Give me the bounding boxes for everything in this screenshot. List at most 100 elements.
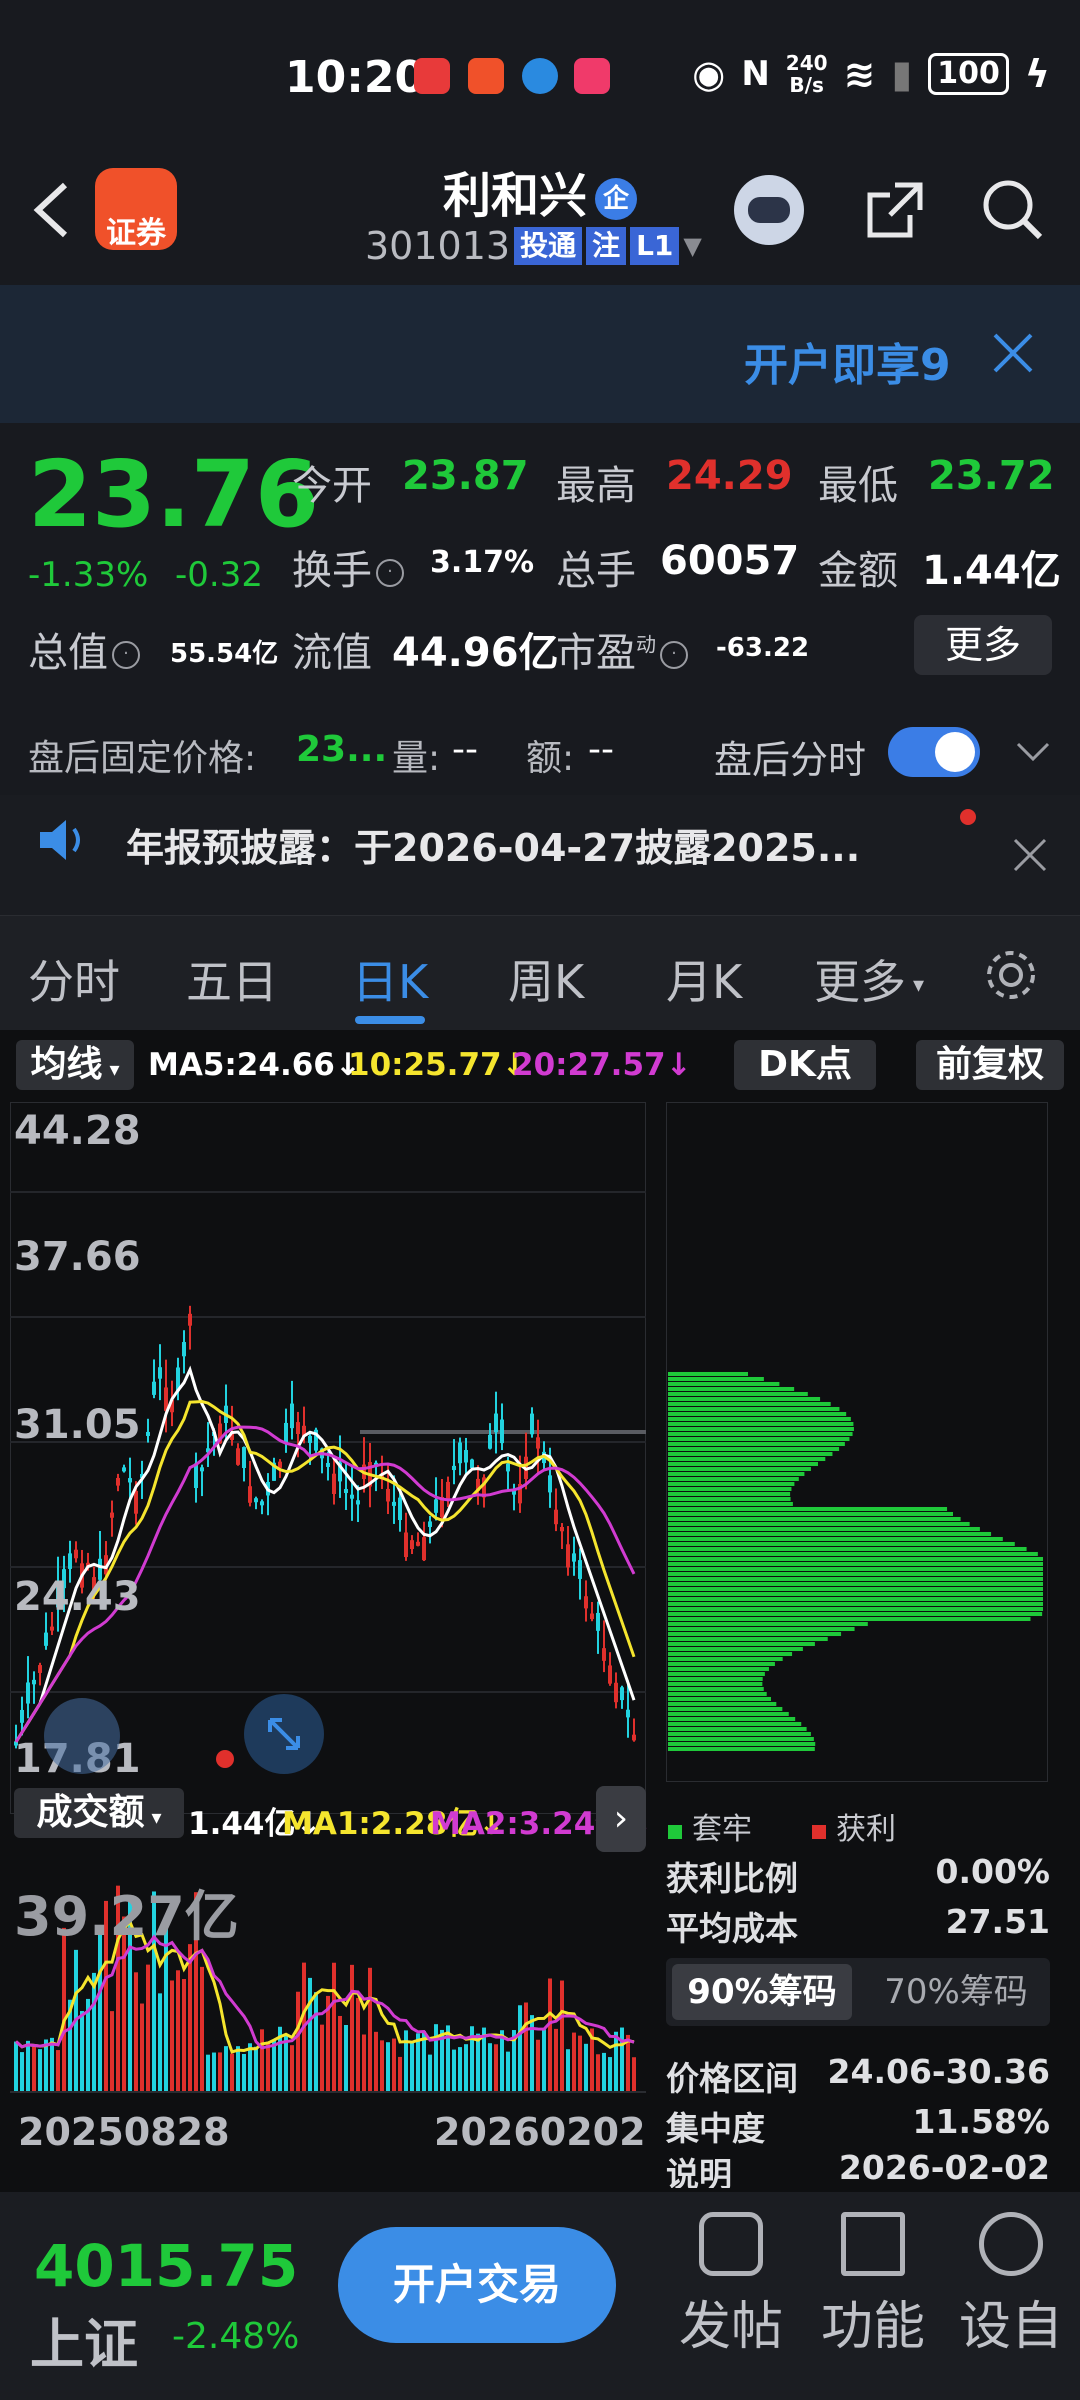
tab-five-day[interactable]: 五日 bbox=[186, 946, 278, 1012]
volume-bar bbox=[506, 2051, 510, 2092]
chevron-down-icon[interactable] bbox=[1015, 740, 1051, 764]
candle-body bbox=[416, 1541, 420, 1546]
chip-bar bbox=[668, 1597, 1043, 1601]
function-button[interactable]: 功能 bbox=[818, 2212, 928, 2359]
charging-icon: ϟ bbox=[1024, 52, 1050, 96]
chip-bar bbox=[668, 1522, 970, 1526]
info-icon[interactable]: · bbox=[112, 641, 140, 669]
chip-bar bbox=[668, 1642, 815, 1646]
chip-bar bbox=[668, 1577, 1043, 1581]
volume-bar bbox=[158, 1993, 162, 2092]
index-name[interactable]: 上证 bbox=[30, 2300, 138, 2379]
tab-chip-70[interactable]: 70%筹码 bbox=[866, 1964, 1046, 2020]
chip-bar bbox=[668, 1467, 811, 1471]
candle-body bbox=[122, 1467, 126, 1472]
chip-bar bbox=[668, 1382, 780, 1386]
chip-bar bbox=[668, 1517, 961, 1521]
volume-bar bbox=[98, 1926, 102, 2092]
after-fixed-value: 23... bbox=[296, 729, 388, 770]
chip-bar bbox=[668, 1387, 795, 1391]
chip-distribution-chart[interactable] bbox=[666, 1102, 1048, 1782]
after-chart-toggle[interactable] bbox=[888, 727, 980, 777]
chart-area: 均线 ▾ MA5:24.66↓ 10:25.77↓ 20:27.57↓ DK点 … bbox=[0, 1030, 1080, 2192]
chip-bar bbox=[668, 1717, 796, 1721]
close-icon[interactable] bbox=[990, 330, 1036, 376]
candle-body bbox=[608, 1665, 612, 1684]
gear-icon[interactable] bbox=[982, 946, 1040, 1004]
more-button[interactable]: 更多 bbox=[914, 615, 1052, 675]
expand-icon[interactable] bbox=[244, 1694, 324, 1774]
volume-bar bbox=[404, 2030, 408, 2092]
tab-chip-90[interactable]: 90%筹码 bbox=[672, 1964, 852, 2020]
bottom-bar: 4015.75 上证 -2.48% 开户交易 发帖 功能 设自 bbox=[0, 2192, 1080, 2400]
volume-bar bbox=[20, 2052, 24, 2092]
candle-body bbox=[116, 1477, 120, 1486]
chip-bar bbox=[668, 1407, 840, 1411]
tab-weekly-k[interactable]: 周K bbox=[508, 946, 584, 1012]
ma-selector[interactable]: 均线 ▾ bbox=[16, 1040, 134, 1090]
settings-button[interactable]: 设自 bbox=[956, 2212, 1066, 2359]
chip-bar bbox=[668, 1637, 828, 1641]
post-button[interactable]: 发帖 bbox=[676, 2212, 786, 2359]
dk-point-button[interactable]: DK点 bbox=[734, 1040, 876, 1090]
price-label: 37.66 bbox=[14, 1234, 141, 1280]
volume-bar bbox=[260, 2029, 264, 2092]
candle-body bbox=[500, 1419, 504, 1444]
info-icon[interactable]: · bbox=[376, 559, 404, 587]
chip-bar bbox=[668, 1397, 821, 1401]
chip-bar bbox=[668, 1667, 769, 1671]
candle-body bbox=[404, 1532, 408, 1558]
share-icon[interactable] bbox=[860, 175, 930, 245]
broker-app-icon bbox=[468, 58, 504, 94]
tab-monthly-k[interactable]: 月K bbox=[666, 946, 742, 1012]
period-tabs: 分时 五日 日K 周K 月K 更多 ▾ bbox=[0, 915, 1080, 1030]
note-row: 说明 2026-02-02 bbox=[666, 2148, 1050, 2188]
robot-assistant-icon[interactable] bbox=[734, 175, 804, 245]
chip-bar bbox=[668, 1472, 805, 1476]
index-value[interactable]: 4015.75 bbox=[34, 2232, 298, 2300]
candle-body bbox=[428, 1521, 432, 1527]
open-value: 23.87 bbox=[402, 453, 529, 499]
tab-daily-k[interactable]: 日K bbox=[352, 946, 428, 1012]
volume-bar bbox=[614, 2031, 618, 2092]
notice-bar[interactable]: 年报预披露：于2026-04-27披露2025... bbox=[0, 795, 1080, 915]
search-icon[interactable] bbox=[978, 175, 1048, 245]
chip-bar bbox=[668, 1542, 1015, 1546]
price-label: 24.43 bbox=[14, 1574, 141, 1620]
volume-bar bbox=[308, 1977, 312, 2092]
volume-bar bbox=[188, 1944, 192, 2092]
trap-legend: 套牢 bbox=[668, 1804, 752, 1848]
volume-bar bbox=[170, 1980, 174, 2092]
volume-bar bbox=[332, 1962, 336, 2092]
close-icon[interactable] bbox=[1012, 837, 1048, 873]
amount-label: 金额 bbox=[818, 548, 898, 594]
info-icon[interactable]: · bbox=[660, 641, 688, 669]
volume-bar bbox=[434, 2024, 438, 2092]
volume-bar bbox=[92, 1972, 96, 2092]
signal-icon: ▮ bbox=[891, 52, 913, 96]
event-marker[interactable] bbox=[216, 1750, 234, 1768]
chip-bar bbox=[668, 1732, 811, 1736]
candle-body bbox=[410, 1540, 414, 1550]
chip-bar bbox=[668, 1502, 793, 1506]
candle-body bbox=[134, 1490, 138, 1514]
chip-bar bbox=[668, 1617, 1031, 1621]
candle-body bbox=[458, 1442, 462, 1464]
candle-body bbox=[344, 1489, 348, 1494]
zoom-button[interactable] bbox=[44, 1698, 120, 1774]
candle-body bbox=[434, 1499, 438, 1513]
open-account-button[interactable]: 开户交易 bbox=[338, 2227, 616, 2343]
chip-bar bbox=[668, 1402, 831, 1406]
adjust-mode-button[interactable]: 前复权 bbox=[916, 1040, 1064, 1090]
chevron-right-icon[interactable]: › bbox=[596, 1786, 646, 1852]
stock-code-row[interactable]: 301013 投通 注 L1 ▼ bbox=[365, 224, 702, 268]
tab-more[interactable]: 更多 ▾ bbox=[814, 946, 924, 1012]
candle-body bbox=[20, 1709, 24, 1723]
chip-bar bbox=[668, 1457, 826, 1461]
chip-bar bbox=[668, 1607, 1043, 1611]
volume-bar bbox=[566, 2049, 570, 2092]
chip-bar bbox=[668, 1612, 1043, 1616]
tab-intraday[interactable]: 分时 bbox=[28, 946, 120, 1012]
promo-banner[interactable]: 开户即享9 bbox=[0, 285, 1080, 423]
volume-selector[interactable]: 成交额 ▾ bbox=[14, 1788, 184, 1838]
